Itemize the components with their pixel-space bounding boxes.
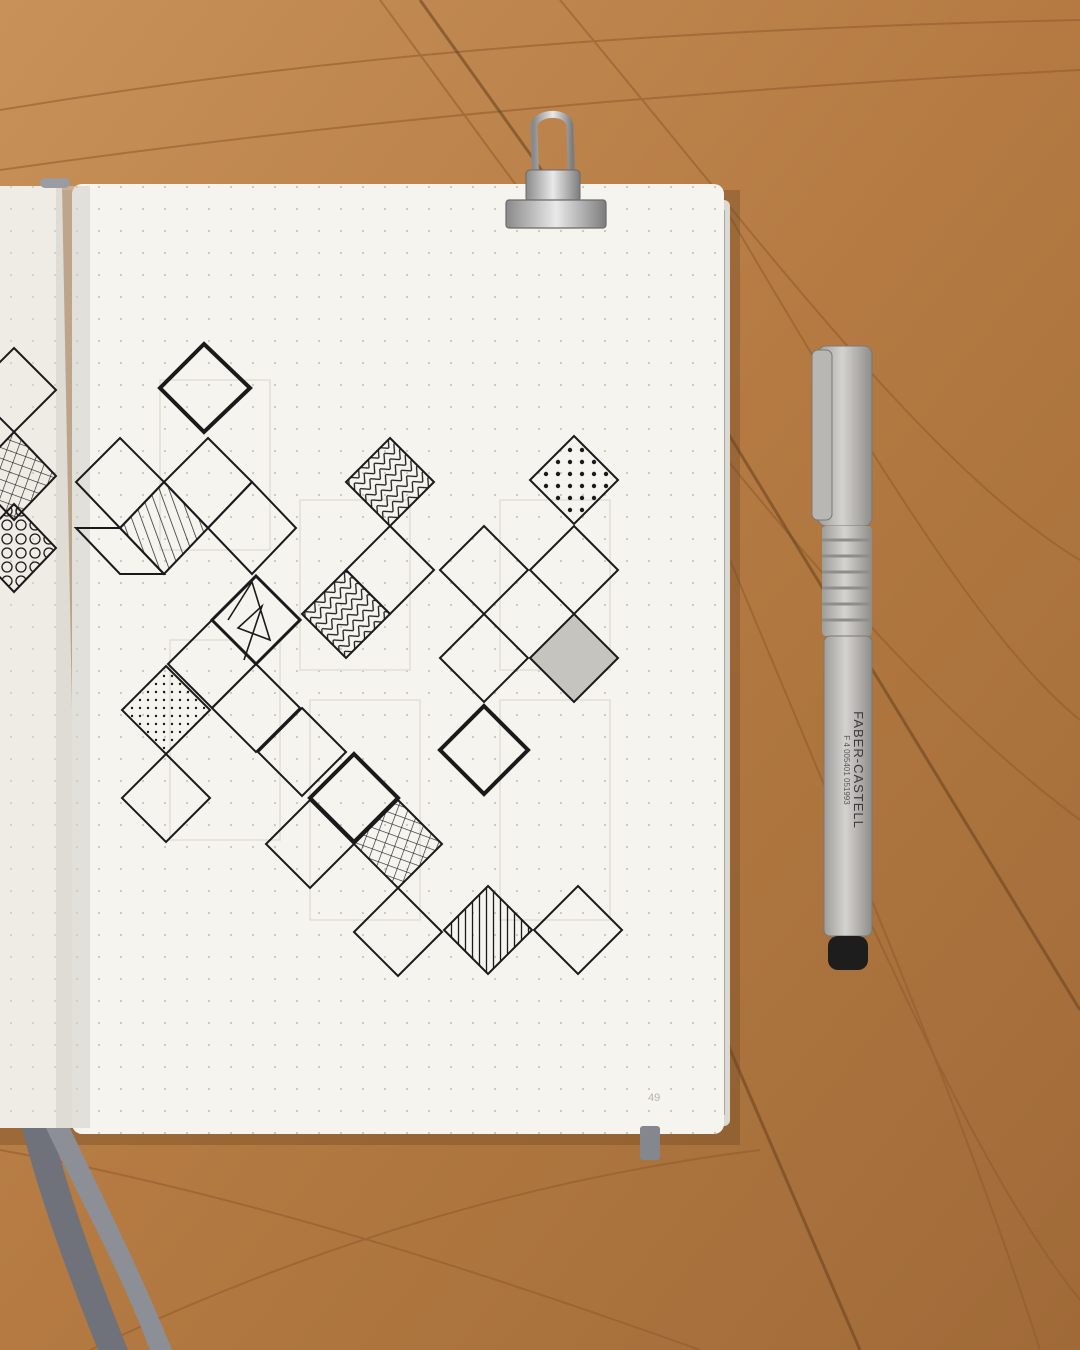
elastic-band (40, 178, 70, 188)
pen-small-print: F 4 005401 051993 (842, 735, 851, 805)
pen-brand-print: FABER-CASTELL F 4 005401 051993 (842, 670, 866, 870)
page-number: 49 (648, 1092, 661, 1104)
bookmark-ribbon-right (640, 1126, 660, 1160)
pen-brand: FABER-CASTELL (851, 711, 866, 829)
journal-scene (0, 0, 1080, 1350)
